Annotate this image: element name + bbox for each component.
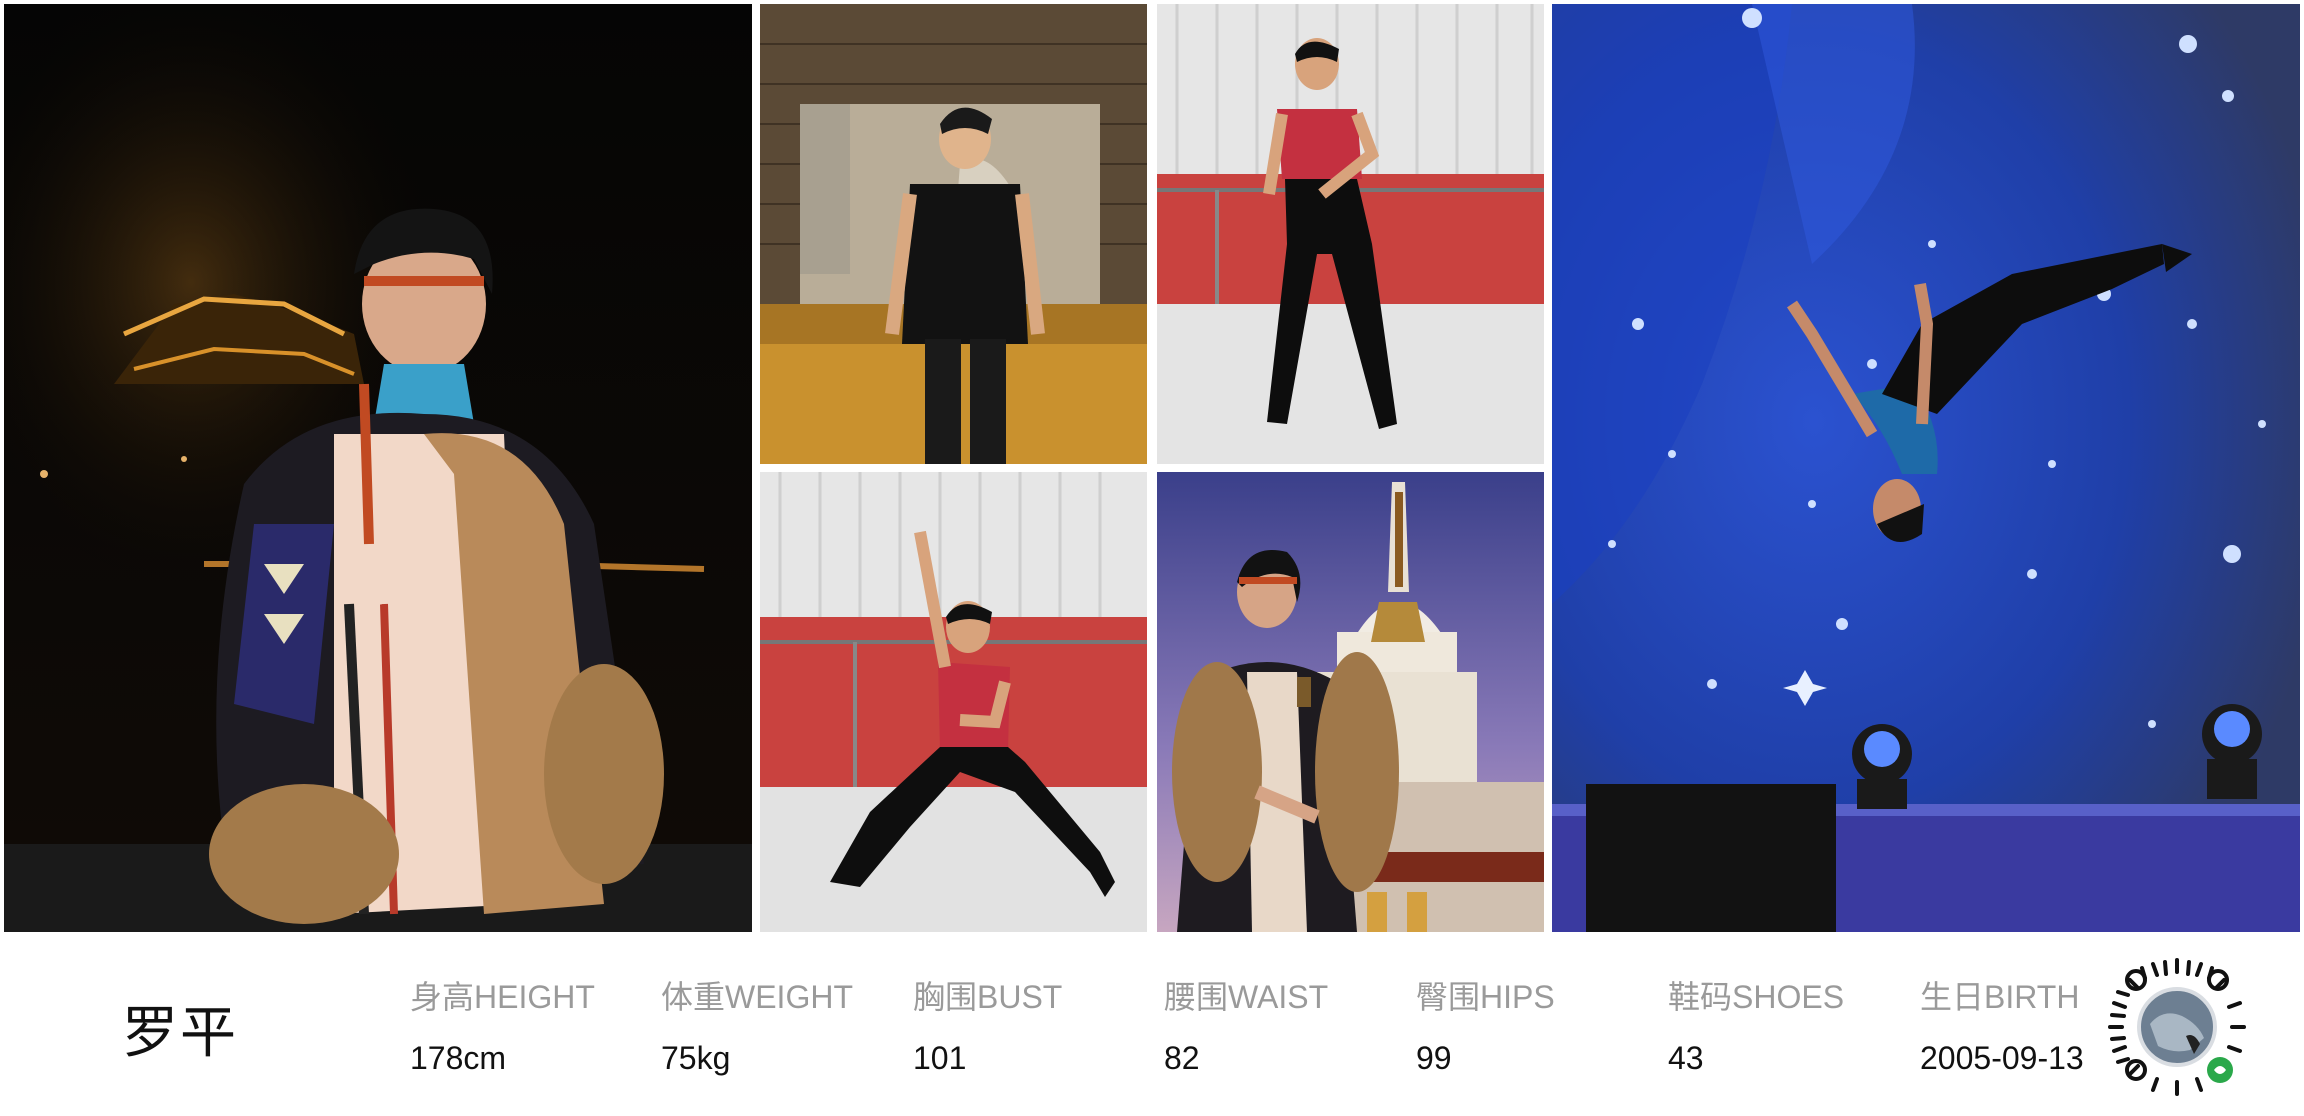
profile-info-bar: 罗平 身高HEIGHT 178cm 体重WEIGHT 75kg 胸围BUST 1… [0, 934, 2304, 1116]
stat-label: 腰围WAIST [1164, 979, 1329, 1015]
photo-studio-lunge[interactable] [760, 472, 1147, 932]
photo-mural-wall[interactable] [760, 4, 1147, 464]
stat-label: 胸围BUST [913, 979, 1063, 1015]
stat-shoes: 鞋码SHOES 43 [1668, 972, 1844, 1077]
photo-costume-stupa[interactable] [1157, 472, 1544, 932]
stat-value: 43 [1668, 1040, 1704, 1076]
stat-waist: 腰围WAIST 82 [1164, 972, 1328, 1077]
stat-bust: 胸围BUST 101 [913, 972, 1062, 1077]
stat-value: 99 [1416, 1040, 1452, 1076]
model-name: 罗平 [122, 1001, 238, 1066]
stat-birth: 生日BIRTH 2005-09-13 [1920, 972, 2084, 1077]
stat-label: 臀围HIPS [1416, 979, 1555, 1015]
stat-value: 2005-09-13 [1920, 1040, 2084, 1076]
stat-label: 鞋码SHOES [1668, 979, 1845, 1015]
stat-value: 178cm [410, 1040, 507, 1076]
stat-height: 身高HEIGHT 178cm [410, 972, 595, 1077]
mini-program-qr-icon[interactable] [2108, 958, 2246, 1096]
stat-weight: 体重WEIGHT 75kg [661, 972, 853, 1077]
stat-label: 生日BIRTH [1920, 979, 2080, 1015]
stat-value: 75kg [661, 1040, 731, 1076]
stat-label: 身高HEIGHT [410, 979, 595, 1015]
photo-stage-leap[interactable] [1552, 4, 2300, 932]
stat-value: 101 [913, 1040, 967, 1076]
stat-value: 82 [1164, 1040, 1200, 1076]
photo-studio-standing[interactable] [1157, 4, 1544, 464]
photo-costume-night[interactable] [4, 4, 752, 932]
stat-hips: 臀围HIPS 99 [1416, 972, 1555, 1077]
stat-label: 体重WEIGHT [661, 979, 853, 1015]
